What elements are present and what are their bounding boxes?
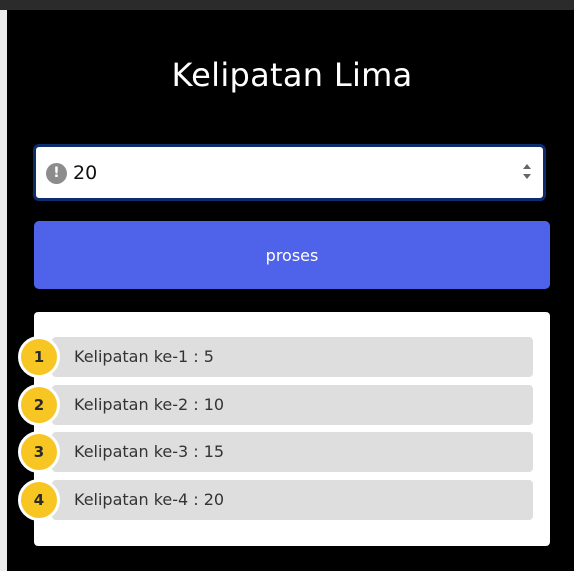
list-item: 4 Kelipatan ke-4 : 20 bbox=[18, 479, 533, 521]
item-number-badge: 4 bbox=[18, 479, 60, 521]
item-number-badge: 3 bbox=[18, 431, 60, 473]
list-item: 1 Kelipatan ke-1 : 5 bbox=[18, 336, 533, 378]
browser-top-bar bbox=[0, 0, 574, 10]
list-item: 2 Kelipatan ke-2 : 10 bbox=[18, 384, 533, 426]
page-title: Kelipatan Lima bbox=[171, 56, 413, 94]
list-item-label: Kelipatan ke-1 : 5 bbox=[74, 347, 214, 366]
spin-up-icon[interactable] bbox=[523, 164, 531, 169]
number-input-container[interactable]: ! bbox=[33, 144, 546, 201]
number-input[interactable] bbox=[73, 157, 503, 189]
number-spinner[interactable] bbox=[522, 164, 532, 184]
spin-down-icon[interactable] bbox=[523, 174, 531, 179]
list-item-label: Kelipatan ke-2 : 10 bbox=[74, 395, 225, 414]
list-item: 3 Kelipatan ke-3 : 15 bbox=[18, 431, 533, 473]
result-panel: 1 Kelipatan ke-1 : 5 2 Kelipatan ke-2 : … bbox=[18, 312, 550, 546]
item-number-badge: 1 bbox=[18, 336, 60, 378]
list-item-label: Kelipatan ke-3 : 15 bbox=[74, 442, 225, 461]
proses-button[interactable]: proses bbox=[34, 221, 550, 289]
exclamation-circle-icon: ! bbox=[46, 163, 67, 184]
window-edge bbox=[0, 10, 7, 571]
item-number-badge: 2 bbox=[18, 384, 60, 426]
list-item-label: Kelipatan ke-4 : 20 bbox=[74, 490, 225, 509]
